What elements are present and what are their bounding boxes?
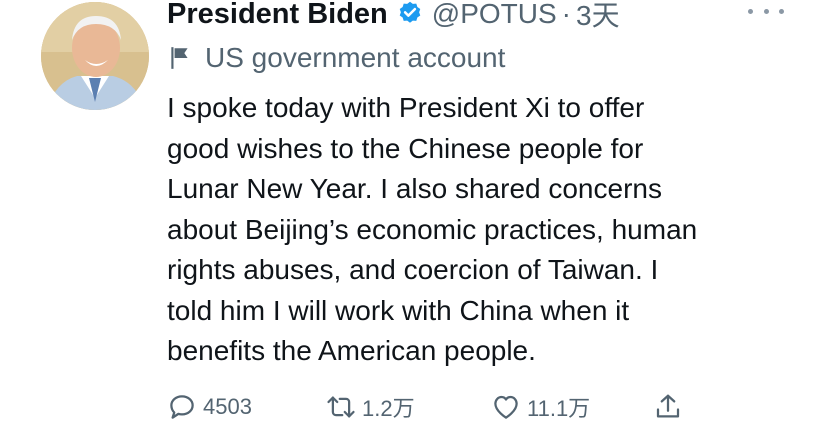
tweet-text-line: good wishes to the Chinese people for	[167, 132, 644, 164]
account-label[interactable]: US government account	[167, 40, 505, 76]
more-dot	[763, 8, 769, 14]
tweet-text-line: told him I will work with China when it	[167, 294, 630, 326]
tweet-text-line: Lunar New Year. I also shared concerns	[167, 173, 662, 204]
retweet-count: 1.2万	[362, 396, 415, 421]
tweet-timestamp[interactable]: 3天	[576, 0, 620, 34]
share-button[interactable]	[653, 388, 689, 426]
share-icon	[656, 394, 680, 418]
reply-icon	[170, 395, 194, 419]
reply-count: 4503	[203, 394, 252, 419]
retweet-icon	[327, 396, 355, 418]
tweet-text: I spoke today with President Xi to offer…	[167, 88, 807, 372]
tweet-header: President Biden @POTUS · 3天	[167, 0, 620, 32]
tweet-text-line: I spoke today with President Xi to offer	[167, 92, 645, 123]
author-handle[interactable]: @POTUS	[432, 0, 557, 30]
account-label-text: US government account	[205, 42, 506, 73]
like-count: 11.1万	[527, 396, 591, 421]
flag-icon	[167, 45, 193, 71]
header-separator: ·	[561, 0, 571, 29]
like-button[interactable]: 11.1万	[491, 388, 590, 426]
tweet-text-line: benefits the American people.	[167, 335, 536, 366]
verified-badge-icon	[396, 0, 424, 28]
reply-button[interactable]: 4503	[167, 388, 252, 426]
tweet-actions: 4503 1.2万 11.1万	[0, 388, 828, 426]
retweet-button[interactable]: 1.2万	[326, 388, 415, 426]
heart-icon	[494, 395, 518, 419]
more-options-icon[interactable]	[748, 0, 784, 24]
more-dot	[748, 8, 753, 14]
more-dot	[779, 8, 784, 14]
author-name[interactable]: President Biden	[167, 0, 388, 31]
tweet-text-line: rights abuses, and coercion of Taiwan. I	[167, 254, 659, 285]
tweet-text-line: about Beijing’s economic practices, huma…	[167, 213, 698, 245]
author-avatar[interactable]	[41, 2, 149, 110]
